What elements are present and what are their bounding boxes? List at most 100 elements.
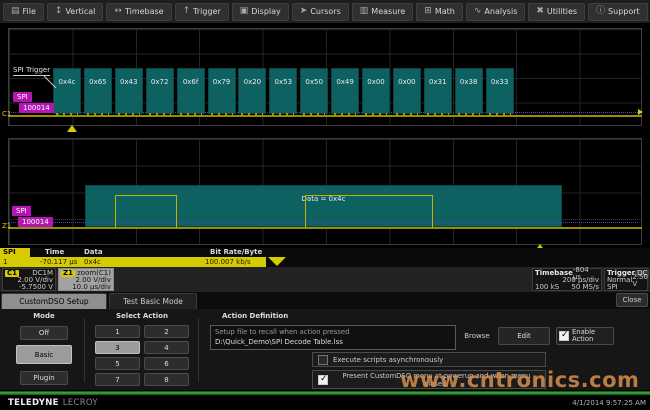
c1-descriptor[interactable]: C1DC1M 2.00 V/div -5.7500 V bbox=[2, 268, 56, 291]
support-icon: ⓘ bbox=[596, 7, 605, 16]
z1-badge: Z1 bbox=[61, 270, 75, 277]
hex-value-label: 0x72 bbox=[151, 78, 169, 86]
trigger-descriptor[interactable]: TriggerDC Normal2.50 V SPI bbox=[604, 268, 648, 291]
hex-value-label: 0x43 bbox=[120, 78, 138, 86]
select-action-grid: 12345678 bbox=[95, 325, 189, 386]
trigger-icon: ↑ bbox=[183, 7, 191, 16]
trigger-level: 2.50 V bbox=[632, 274, 648, 288]
hex-value-label: 0x00 bbox=[398, 78, 416, 86]
brand-lecroy: LECROY bbox=[63, 398, 98, 408]
action-definition-section-label: Action Definition bbox=[222, 312, 322, 320]
spi-decode-byte: 0x20 bbox=[238, 68, 266, 114]
present-menu-checkbox[interactable] bbox=[318, 375, 328, 385]
action-button-4[interactable]: 4 bbox=[144, 341, 189, 354]
mode-plugin-button[interactable]: Plugin bbox=[20, 371, 68, 385]
enable-action-checkbox[interactable] bbox=[559, 331, 569, 341]
action-button-6[interactable]: 6 bbox=[144, 357, 189, 370]
table-row[interactable]: 1 -70.117 µs 0x4c 100.007 kb/s bbox=[0, 257, 266, 267]
zoom-trace-pulse bbox=[305, 195, 433, 228]
setup-file-path: D:\Quick_Demo\SPI Decode Table.lss bbox=[215, 337, 451, 347]
action-button-1[interactable]: 1 bbox=[95, 325, 140, 338]
execute-scripts-checkbox[interactable] bbox=[318, 355, 328, 365]
tab-test-basic-mode[interactable]: Test Basic Mode bbox=[109, 293, 197, 309]
hex-value-label: 0x65 bbox=[89, 78, 107, 86]
row-index: 1 bbox=[3, 257, 7, 267]
spi-decode-byte: 0x4c bbox=[53, 68, 81, 114]
menu-item-label: Utilities bbox=[547, 7, 577, 16]
hex-value-label: 0x00 bbox=[367, 78, 385, 86]
hex-value-label: 0x53 bbox=[275, 78, 293, 86]
hex-value-label: 0x50 bbox=[305, 78, 323, 86]
execute-scripts-control[interactable]: Execute scripts asynchronously bbox=[312, 352, 546, 367]
spi-trace-badge[interactable]: SPI bbox=[13, 92, 32, 102]
col-header-bitrate: Bit Rate/Byte bbox=[210, 248, 262, 257]
spi-decode-byte: 0x65 bbox=[84, 68, 112, 114]
browse-button[interactable]: Browse bbox=[459, 330, 495, 344]
hex-value-label: 0x49 bbox=[336, 78, 354, 86]
spi-decode-byte: 0x00 bbox=[362, 68, 390, 114]
menu-item-label: File bbox=[23, 7, 36, 16]
spi-zoom-id-badge[interactable]: 100014 bbox=[18, 217, 53, 227]
spi-decode-byte: 0x50 bbox=[300, 68, 328, 114]
menu-vertical[interactable]: ↕Vertical bbox=[47, 3, 104, 21]
z1-descriptor[interactable]: Z1zoom(C1) 2.00 V/div 10.0 µs/div bbox=[58, 268, 114, 291]
menu-trigger[interactable]: ↑Trigger bbox=[175, 3, 229, 21]
menu-item-label: Trigger bbox=[193, 7, 221, 16]
spi-decode-byte: 0x38 bbox=[455, 68, 483, 114]
present-menu-control[interactable]: Present CustomDSO menu at powerup and wh… bbox=[312, 370, 546, 389]
row-data: 0x4c bbox=[84, 257, 101, 267]
c1-badge: C1 bbox=[5, 270, 19, 277]
decode-protocol-badge[interactable]: SPI bbox=[0, 248, 30, 257]
mode-basic-button[interactable]: Basic bbox=[16, 345, 72, 364]
action-button-8[interactable]: 8 bbox=[144, 373, 189, 386]
close-button[interactable]: Close bbox=[616, 293, 648, 307]
menu-math[interactable]: ⊞Math bbox=[416, 3, 463, 21]
spi-zoom-badge[interactable]: SPI bbox=[12, 206, 31, 216]
spi-decode-byte: 0x79 bbox=[208, 68, 236, 114]
row-bitrate: 100.007 kb/s bbox=[205, 257, 251, 267]
menu-item-label: Measure bbox=[371, 7, 405, 16]
action-button-2[interactable]: 2 bbox=[144, 325, 189, 338]
action-button-7[interactable]: 7 bbox=[95, 373, 140, 386]
mode-section-label: Mode bbox=[14, 312, 74, 320]
c1-offset: -5.7500 V bbox=[19, 284, 53, 291]
action-button-3[interactable]: 3 bbox=[95, 341, 140, 354]
section-divider bbox=[198, 318, 199, 382]
menu-measure[interactable]: ▥Measure bbox=[352, 3, 414, 21]
math-icon: ⊞ bbox=[424, 7, 432, 16]
footer-bar: TELEDYNE LECROY 4/1/2014 9:57:25 AM bbox=[0, 395, 650, 410]
hex-value-label: 0x6f bbox=[183, 78, 199, 86]
z1-trace-label: Z1 bbox=[2, 222, 11, 230]
spi-decode-byte: 0x72 bbox=[146, 68, 174, 114]
menu-utilities[interactable]: ✖Utilities bbox=[528, 3, 585, 21]
menu-timebase[interactable]: ↔Timebase bbox=[106, 3, 171, 21]
descriptor-bar: C1DC1M 2.00 V/div -5.7500 V Z1zoom(C1) 2… bbox=[0, 267, 650, 292]
setup-file-box[interactable]: Setup file to recall when action pressed… bbox=[210, 325, 456, 350]
setup-file-hint: Setup file to recall when action pressed bbox=[215, 328, 451, 337]
menu-analysis[interactable]: ∿Analysis bbox=[466, 3, 526, 21]
menu-file[interactable]: ▤File bbox=[3, 3, 44, 21]
menu-support[interactable]: ⓘSupport bbox=[588, 3, 648, 21]
spi-trace-id-badge[interactable]: 100014 bbox=[19, 103, 54, 113]
file-icon: ▤ bbox=[11, 7, 20, 16]
mode-off-button[interactable]: Off bbox=[20, 326, 68, 340]
trigger-type: SPI bbox=[607, 284, 618, 291]
menu-item-label: Timebase bbox=[125, 7, 164, 16]
spi-decode-byte: 0x49 bbox=[331, 68, 359, 114]
hex-value-label: 0x20 bbox=[244, 78, 262, 86]
trigger-position-marker[interactable] bbox=[67, 125, 77, 132]
enable-action-control[interactable]: Enable Action bbox=[556, 327, 614, 345]
action-button-5[interactable]: 5 bbox=[95, 357, 140, 370]
zoom-trace-pulse bbox=[115, 195, 177, 228]
menu-cursors[interactable]: ➤Cursors bbox=[292, 3, 349, 21]
menu-display[interactable]: ▣Display bbox=[232, 3, 289, 21]
hex-value-label: 0x79 bbox=[213, 78, 231, 86]
table-collapse-arrow[interactable] bbox=[268, 257, 286, 266]
tab-customdso-setup[interactable]: CustomDSO Setup bbox=[1, 293, 107, 309]
spi-decode-byte: 0x31 bbox=[424, 68, 452, 114]
edit-button[interactable]: Edit bbox=[498, 327, 550, 345]
spi-decode-table: SPI Time Data Bit Rate/Byte 1 -70.117 µs… bbox=[0, 248, 650, 267]
col-header-time: Time bbox=[45, 248, 64, 257]
timebase-descriptor[interactable]: Timebase-804 µs 200 µs/div 100 kS50 MS/s bbox=[532, 268, 602, 291]
row-time: -70.117 µs bbox=[40, 257, 77, 267]
